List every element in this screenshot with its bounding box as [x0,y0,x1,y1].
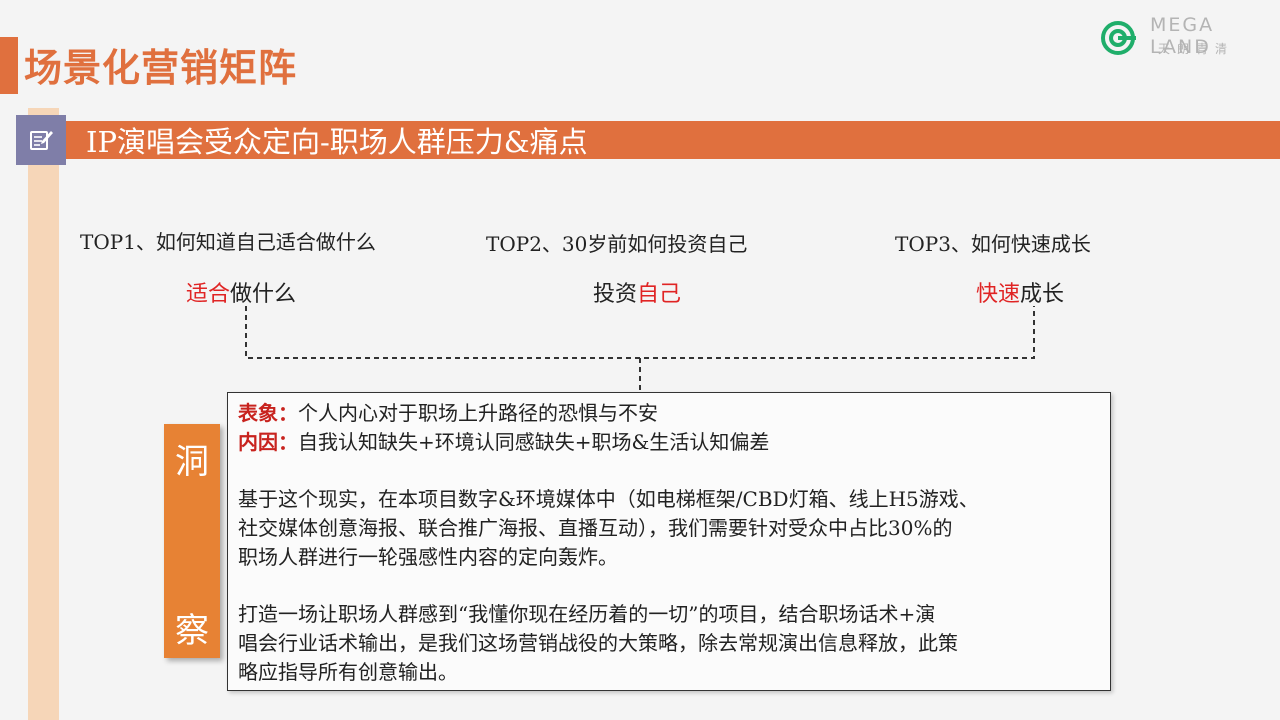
surface-text: 个人内心对于职场上升路径的恐惧与不安 [298,401,658,425]
inner-text: 自我认知缺失+环境认同感缺失+职场&生活认知偏差 [298,430,770,454]
para1-line1: 基于这个现实，在本项目数字&环境媒体中（如电梯框架/CBD灯箱、线上H5游戏、 [238,487,979,511]
insight-box: 表象：个人内心对于职场上升路径的恐惧与不安 内因：自我认知缺失+环境认同感缺失+… [227,392,1111,691]
insight-tag-char-bottom: 察 [175,611,209,651]
surface-line: 表象：个人内心对于职场上升路径的恐惧与不安 [238,399,658,428]
para1-line3: 职场人群进行一轮强感性内容的定向轰炸。 [238,545,618,569]
insight-tag-char-top: 洞 [175,442,209,482]
para1-line2: 社交媒体创意海报、联合推广海报、直播互动），我们需要针对受众中占比30%的 [238,516,953,540]
inner-line: 内因：自我认知缺失+环境认同感缺失+职场&生活认知偏差 [238,428,769,457]
para2-line2: 唱会行业话术输出，是我们这场营销战役的大策略，除去常规演出信息释放，此策 [238,631,958,655]
para2-line3: 略应指导所有创意输出。 [238,660,458,684]
para2-line1: 打造一场让职场人群感到“我懂你现在经历着的一切”的项目，结合职场话术+演 [238,602,936,626]
insight-tag: 洞 察 [164,424,220,658]
surface-label: 表象： [238,401,298,425]
inner-label: 内因： [238,430,298,454]
